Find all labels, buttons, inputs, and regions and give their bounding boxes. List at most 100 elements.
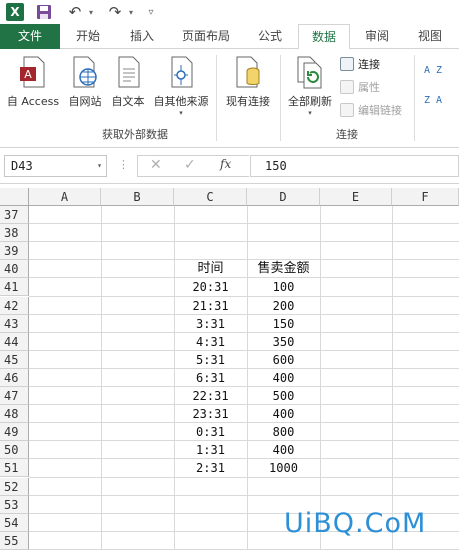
properties-button[interactable]: 属性	[340, 78, 380, 96]
amount-cell[interactable]: 400	[247, 369, 320, 387]
cancel-icon[interactable]: ✕	[150, 157, 162, 173]
redo-dropdown-icon[interactable]: ▾	[126, 3, 136, 21]
select-all-corner[interactable]	[0, 188, 29, 206]
connections-label: 连接	[358, 58, 380, 71]
sort-ascending-button[interactable]: A Z	[424, 61, 442, 79]
column-header-d[interactable]: D	[247, 188, 320, 206]
connections-group-label: 连接	[336, 128, 358, 141]
sort-descending-button[interactable]: Z A	[424, 91, 442, 109]
tab-data[interactable]: 数据	[298, 24, 350, 50]
amount-cell[interactable]: 1000	[247, 459, 320, 477]
from-web-button[interactable]: 自网站	[64, 53, 106, 119]
undo-dropdown-icon[interactable]: ▾	[86, 3, 96, 21]
redo-icon[interactable]: ↷	[106, 3, 124, 21]
row-header-43[interactable]: 43	[0, 314, 29, 333]
edit-links-button[interactable]: 编辑链接	[340, 101, 402, 119]
amount-cell[interactable]: 100	[247, 278, 320, 296]
undo-icon[interactable]: ↶	[66, 3, 84, 21]
time-cell[interactable]: 23:31	[174, 405, 247, 423]
sort-ascending-label: A Z	[424, 64, 443, 76]
amount-cell[interactable]: 500	[247, 387, 320, 405]
amount-cell[interactable]: 600	[247, 351, 320, 369]
from-access-label: 自 Access	[6, 95, 60, 108]
from-access-button[interactable]: A 自 Access	[4, 53, 62, 119]
time-cell[interactable]: 21:31	[174, 297, 247, 315]
row-header-41[interactable]: 41	[0, 278, 29, 297]
column-header-e[interactable]: E	[320, 188, 392, 206]
time-cell[interactable]: 3:31	[174, 315, 247, 333]
customize-icon[interactable]: ▿	[145, 3, 157, 21]
row-header-38[interactable]: 38	[0, 224, 29, 243]
chevron-down-icon[interactable]: ▾	[97, 156, 102, 176]
row-header-39[interactable]: 39	[0, 242, 29, 261]
row-header-50[interactable]: 50	[0, 441, 29, 460]
enter-icon[interactable]: ✓	[184, 157, 196, 173]
name-box-value: D43	[11, 159, 33, 173]
tab-home[interactable]: 开始	[62, 24, 114, 49]
amount-cell[interactable]: 400	[247, 405, 320, 423]
header-cell-time[interactable]: 时间	[174, 260, 247, 278]
tab-review[interactable]: 审阅	[352, 24, 402, 49]
chevron-down-icon: ▾	[308, 109, 312, 117]
amount-cell[interactable]: 200	[247, 297, 320, 315]
insert-function-button[interactable]: fx	[220, 157, 231, 171]
row-header-52[interactable]: 52	[0, 477, 29, 496]
refresh-all-button[interactable]: 全部刷新 ▾	[284, 53, 336, 119]
row-header-37[interactable]: 37	[0, 206, 29, 224]
time-cell[interactable]: 22:31	[174, 387, 247, 405]
amount-cell[interactable]: 350	[247, 333, 320, 351]
group-divider	[280, 55, 281, 141]
row-header-45[interactable]: 45	[0, 350, 29, 369]
column-header-b[interactable]: B	[101, 188, 174, 206]
name-box[interactable]: D43 ▾	[4, 155, 107, 177]
watermark: UiBQ.CoM	[284, 508, 427, 539]
time-cell[interactable]: 4:31	[174, 333, 247, 351]
row-header-40[interactable]: 40	[0, 260, 29, 279]
from-other-sources-button[interactable]: 自其他来源 ▾	[150, 53, 212, 119]
row-header-42[interactable]: 42	[0, 296, 29, 315]
row-header-49[interactable]: 49	[0, 423, 29, 442]
time-cell[interactable]: 20:31	[174, 278, 247, 296]
tab-insert[interactable]: 插入	[116, 24, 168, 49]
existing-connections-icon	[236, 56, 260, 88]
row-header-47[interactable]: 47	[0, 387, 29, 405]
gridline	[392, 206, 393, 550]
time-cell[interactable]: 1:31	[174, 441, 247, 459]
excel-icon[interactable]: X	[6, 3, 24, 21]
gridline	[29, 223, 459, 225]
header-cell-amount[interactable]: 售卖金额	[247, 260, 320, 278]
group-divider	[216, 55, 217, 141]
column-header-f[interactable]: F	[392, 188, 459, 206]
amount-cell[interactable]: 150	[247, 315, 320, 333]
row-header-46[interactable]: 46	[0, 368, 29, 387]
quick-access-toolbar: X ↶ ▾ ↷ ▾ ▿	[0, 0, 459, 24]
formula-input[interactable]: 150	[250, 155, 459, 177]
time-cell[interactable]: 0:31	[174, 423, 247, 441]
column-header-c[interactable]: C	[174, 188, 247, 206]
save-icon[interactable]	[36, 3, 52, 21]
connections-button[interactable]: 连接	[340, 55, 380, 73]
row-header-51[interactable]: 51	[0, 459, 29, 478]
from-text-button[interactable]: 自文本	[108, 53, 148, 119]
time-cell[interactable]: 5:31	[174, 351, 247, 369]
existing-connections-button[interactable]: 现有连接	[220, 53, 276, 119]
row-header-55[interactable]: 55	[0, 531, 29, 550]
column-header-a[interactable]: A	[29, 188, 101, 206]
external-data-group-label: 获取外部数据	[102, 128, 168, 141]
row-header-53[interactable]: 53	[0, 495, 29, 514]
spreadsheet-grid[interactable]: A B C D E F 37 38 39 40 41 42 43 44 45 46 47 48 49 50 51 52 53…	[0, 188, 459, 550]
row-header-54[interactable]: 54	[0, 513, 29, 532]
time-cell[interactable]: 6:31	[174, 369, 247, 387]
tab-page-layout[interactable]: 页面布局	[170, 24, 242, 49]
connections-icon	[340, 57, 354, 71]
tab-formulas[interactable]: 公式	[244, 24, 296, 49]
formula-bar-grip[interactable]: ⋮	[118, 158, 129, 171]
row-header-48[interactable]: 48	[0, 405, 29, 424]
time-cell[interactable]: 2:31	[174, 459, 247, 477]
chevron-down-icon: ▾	[179, 109, 183, 117]
tab-file[interactable]: 文件	[0, 24, 60, 49]
amount-cell[interactable]: 800	[247, 423, 320, 441]
tab-view[interactable]: 视图	[404, 24, 456, 49]
amount-cell[interactable]: 400	[247, 441, 320, 459]
row-header-44[interactable]: 44	[0, 332, 29, 351]
